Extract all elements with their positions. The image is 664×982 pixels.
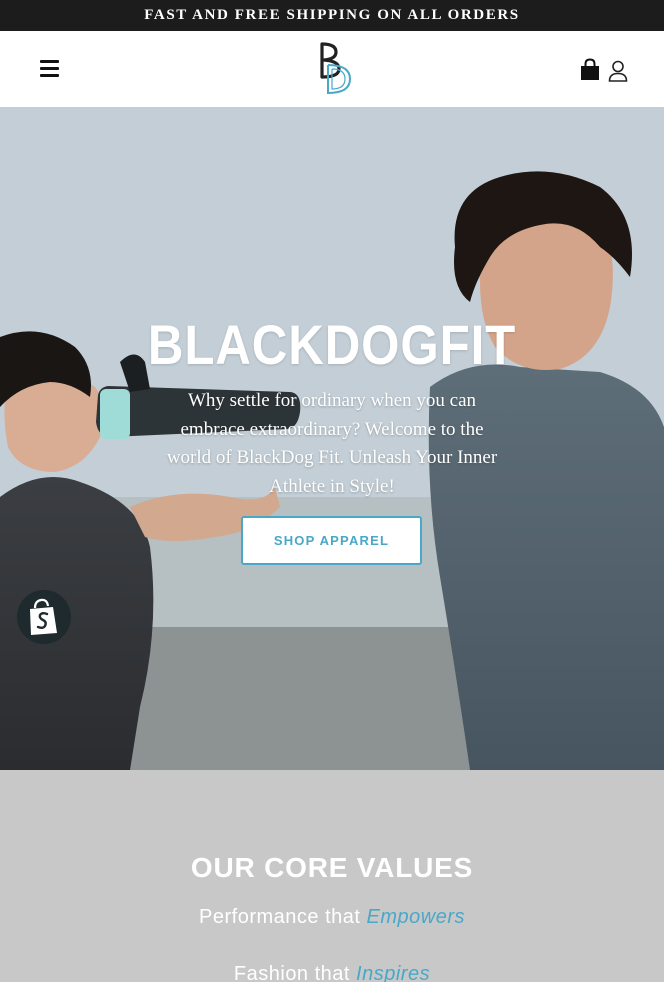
hero-banner: BLACKDOGFIT Why settle for ordinary when… xyxy=(0,107,664,770)
shop-apparel-button[interactable]: SHOP APPAREL xyxy=(241,516,422,565)
shopping-bag-icon[interactable] xyxy=(579,58,601,82)
core-value-highlight: Empowers xyxy=(366,906,465,928)
shopify-bag-icon xyxy=(30,598,57,635)
hamburger-menu-icon[interactable] xyxy=(40,60,60,77)
site-header xyxy=(0,31,664,107)
shopify-badge[interactable] xyxy=(17,590,71,644)
core-value-text: Fashion that xyxy=(233,963,350,982)
core-value-text: Performance that xyxy=(199,906,361,928)
core-values-title: OUR CORE VALUES xyxy=(190,852,474,883)
hero-title: BLACKDOGFIT xyxy=(147,313,517,376)
core-value-item: Performance that Empowers xyxy=(0,906,664,929)
announcement-text: FAST AND FREE SHIPPING ON ALL ORDERS xyxy=(144,7,520,23)
core-values-section: OUR CORE VALUES Performance that Empower… xyxy=(0,770,664,982)
core-value-highlight: Inspires xyxy=(356,963,431,982)
core-value-item: Fashion that Inspires xyxy=(0,963,664,982)
user-account-icon[interactable] xyxy=(607,59,629,83)
announcement-bar: FAST AND FREE SHIPPING ON ALL ORDERS xyxy=(0,0,664,31)
hero-subtitle: Why settle for ordinary when you can emb… xyxy=(166,390,498,497)
blackdogfit-logo[interactable] xyxy=(312,41,360,97)
